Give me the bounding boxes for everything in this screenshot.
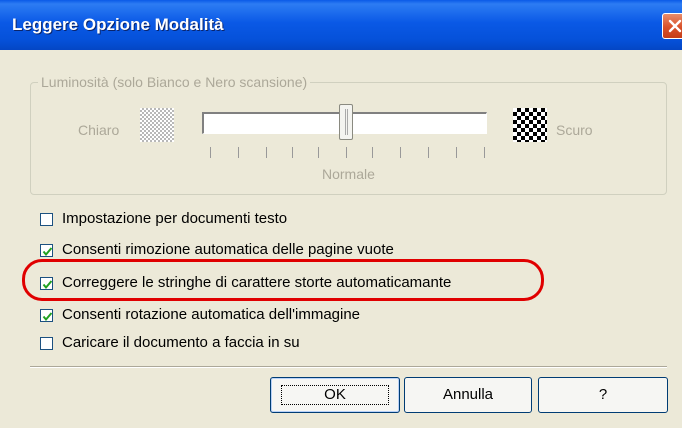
title-bar[interactable]: Leggere Opzione Modalità <box>0 0 682 50</box>
light-label: Chiaro <box>78 122 120 138</box>
separator <box>30 366 667 368</box>
checkbox[interactable] <box>40 309 53 322</box>
light-pattern-icon <box>140 108 174 142</box>
cancel-button[interactable]: Annulla <box>404 377 532 413</box>
normal-label: Normale <box>322 166 375 182</box>
window-title: Leggere Opzione Modalità <box>12 15 224 34</box>
checkbox[interactable] <box>40 244 53 257</box>
dialog-window: Leggere Opzione Modalità Luminosità (sol… <box>0 0 682 428</box>
checkmark-icon <box>42 247 53 257</box>
help-button[interactable]: ? <box>538 377 668 413</box>
option-label: Consenti rimozione automatica delle pagi… <box>62 241 394 258</box>
option-label: Impostazione per documenti testo <box>62 210 288 227</box>
close-button[interactable] <box>662 13 682 39</box>
option-label: Consenti rotazione automatica dell'immag… <box>62 306 361 323</box>
ok-button-label: OK <box>281 385 389 405</box>
checkmark-icon <box>42 312 53 322</box>
option-label: Caricare il documento a faccia in su <box>62 334 300 351</box>
checkbox[interactable] <box>40 213 53 226</box>
dark-pattern-icon <box>513 108 547 142</box>
brightness-slider-thumb[interactable] <box>339 104 353 140</box>
close-icon <box>668 19 682 33</box>
dark-label: Scuro <box>556 122 593 138</box>
ok-button[interactable]: OK <box>270 377 400 413</box>
highlight-annotation <box>22 259 544 301</box>
checkbox[interactable] <box>40 337 53 350</box>
brightness-group-label: Luminosità (solo Bianco e Nero scansione… <box>38 74 311 90</box>
